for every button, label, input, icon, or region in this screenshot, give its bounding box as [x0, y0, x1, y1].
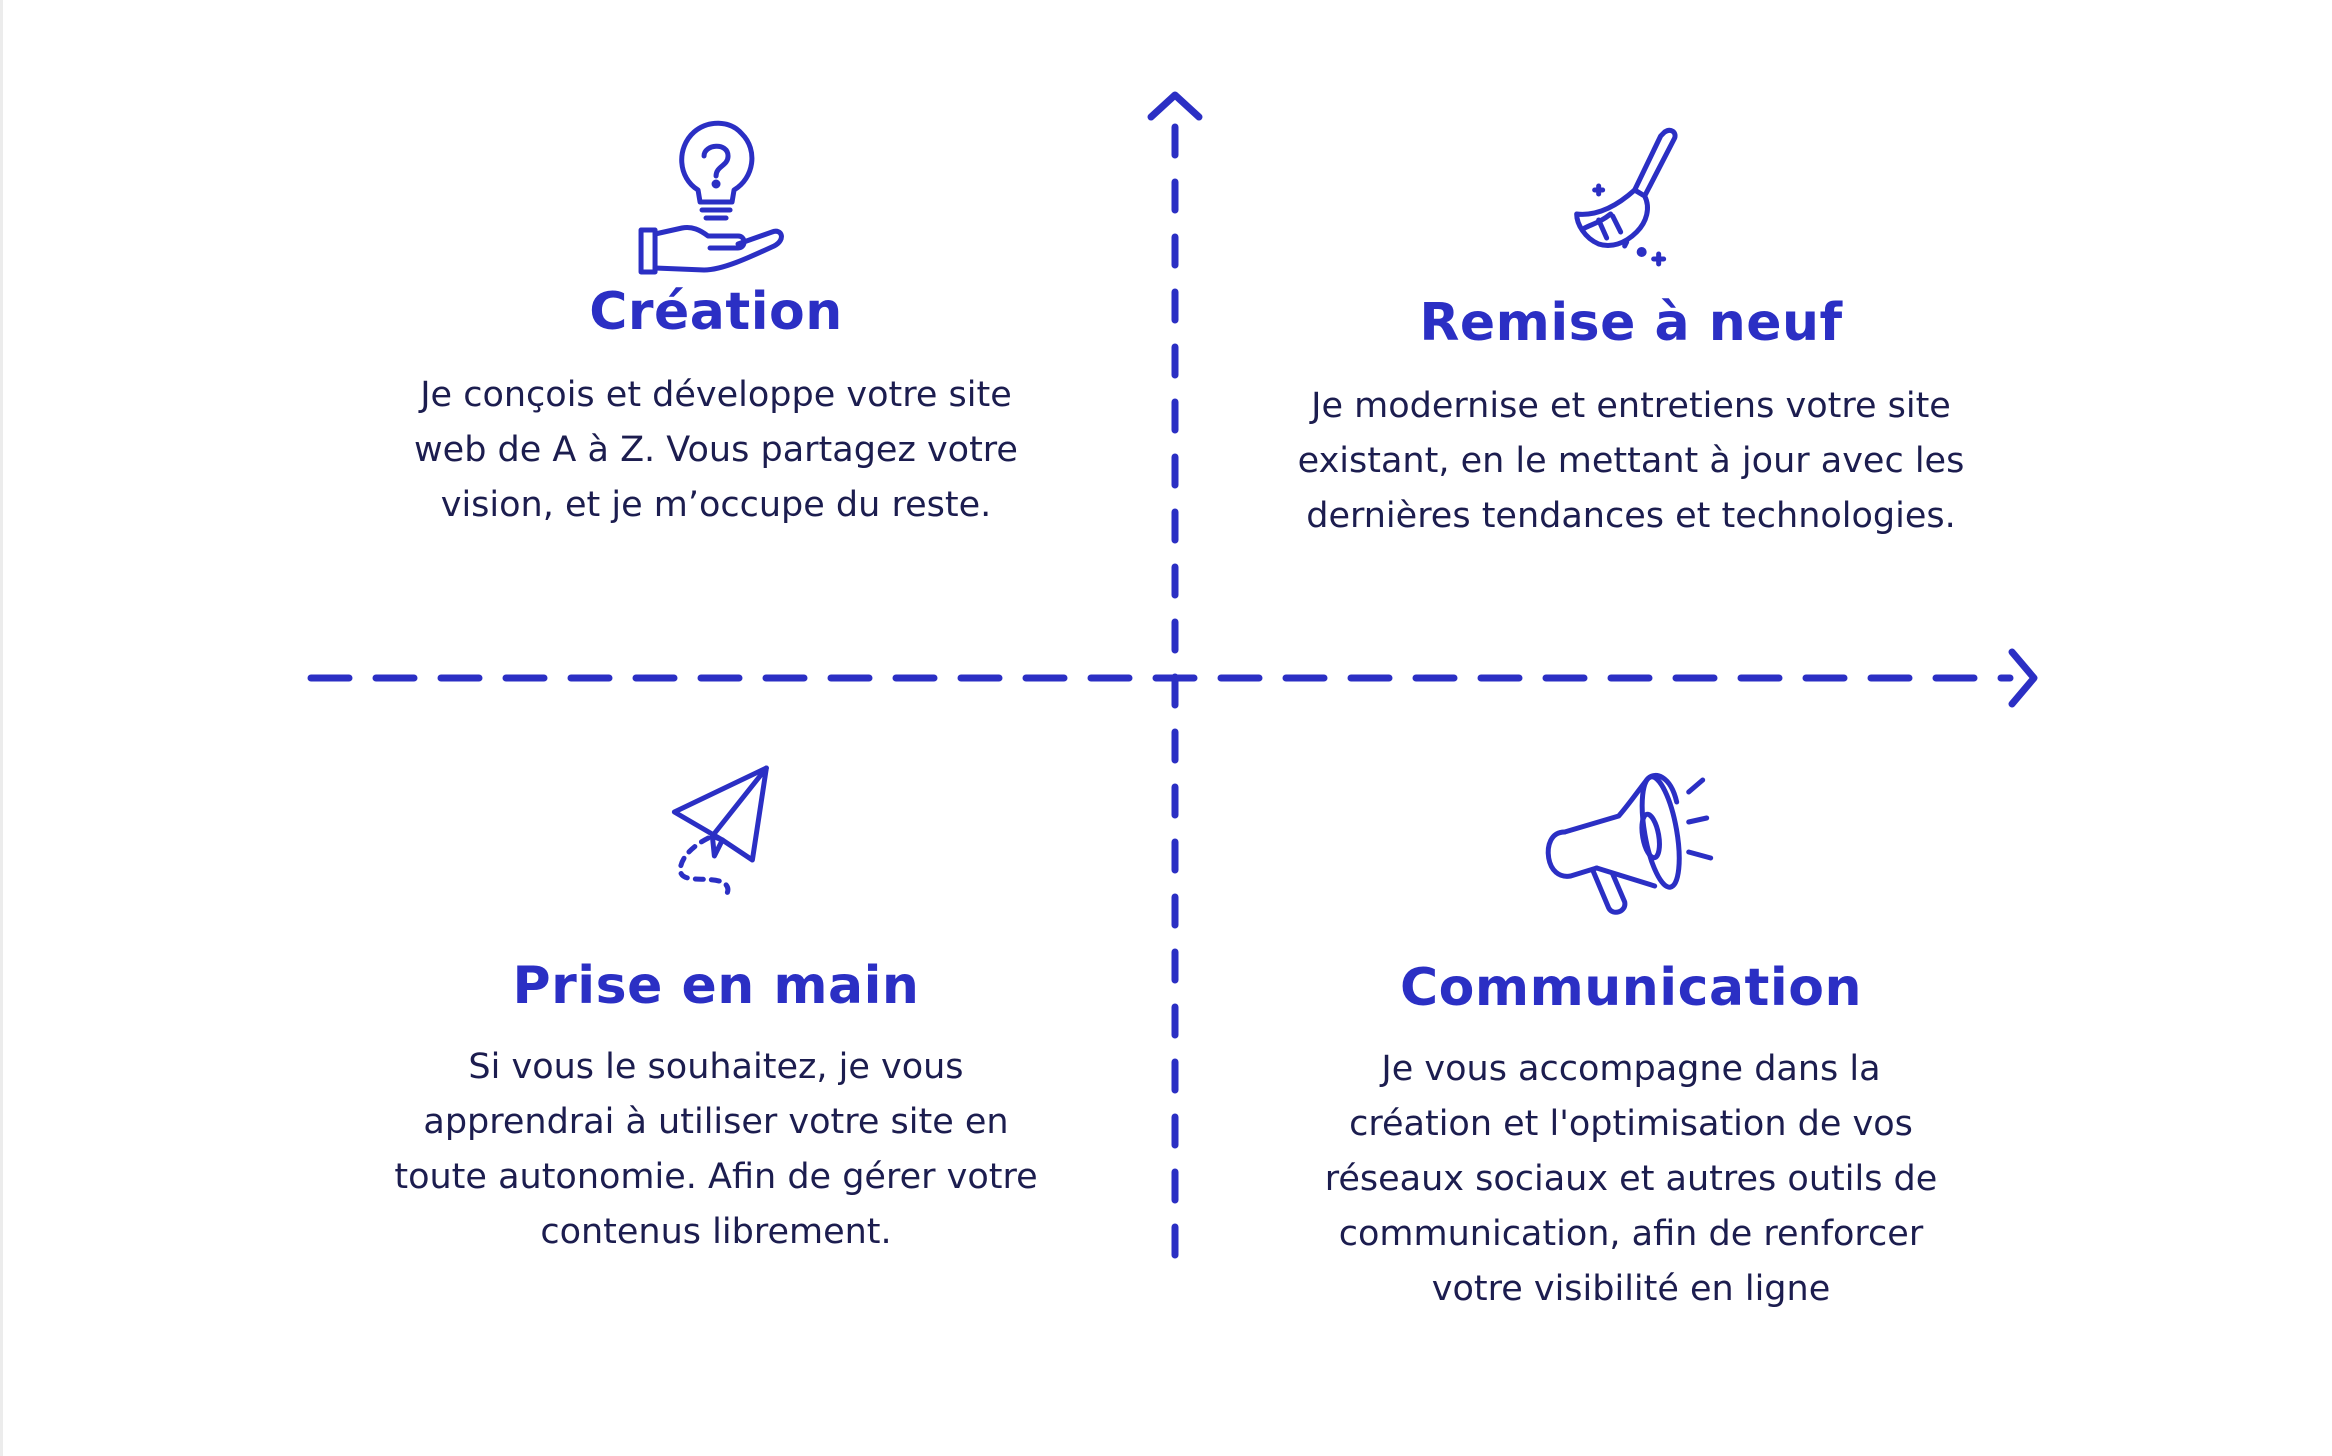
description-line: dernières tendances et technologies.: [1306, 496, 1956, 536]
description-line: vision, et je m’occupe du reste.: [440, 485, 992, 525]
quadrant-title: Communication: [1400, 958, 1862, 1018]
broom-icon: [1574, 127, 1678, 267]
quadrant-description: Je modernise et entretiens votre site ex…: [1298, 379, 1965, 544]
description-line: Je vous accompagne dans la: [1381, 1049, 1881, 1089]
description-line: Je conçois et développe votre site: [420, 375, 1012, 415]
description-line: communication, afin de renforcer: [1338, 1214, 1924, 1254]
description-line: existant, en le mettant à jour avec les: [1297, 441, 1965, 481]
description-line: votre visibilité en ligne: [1431, 1269, 1831, 1309]
quadrant-remise-a-neuf: Remise à neuf Je modernise et entretiens…: [1298, 124, 1965, 544]
megaphone-icon: [1546, 773, 1714, 915]
description-line: création et l'optimisation de vos: [1349, 1104, 1913, 1144]
description-line: Je modernise et entretiens votre site: [1311, 386, 1951, 426]
description-line: apprendrai à utiliser votre site en: [423, 1102, 1009, 1142]
quadrant-title: Remise à neuf: [1419, 293, 1843, 353]
quadrant-creation: Création Je conçois et développe votre s…: [414, 112, 1018, 533]
quadrant-description: Je conçois et développe votre site web d…: [414, 368, 1018, 533]
horizontal-axis-arrowhead: [2008, 648, 2038, 708]
description-line: contenus librement.: [540, 1212, 892, 1252]
description-line: web de A à Z. Vous partagez votre: [414, 430, 1018, 470]
quadrant-prise-en-main: Prise en main Si vous le souhaitez, je v…: [394, 760, 1038, 1260]
description-line: Si vous le souhaitez, je vous: [468, 1047, 964, 1087]
paper-plane-icon: [671, 765, 769, 899]
quadrant-description: Je vous accompagne dans la création et l…: [1325, 1042, 1938, 1317]
quadrant-communication: Communication Je vous accompagne dans la…: [1325, 762, 1938, 1317]
vertical-axis-arrowhead: [1147, 91, 1203, 121]
lightbulb-question-hand-icon: [638, 120, 784, 275]
description-line: réseaux sociaux et autres outils de: [1324, 1159, 1938, 1199]
quadrant-title: Prise en main: [512, 956, 920, 1016]
quadrant-description: Si vous le souhaitez, je vous apprendrai…: [394, 1040, 1037, 1260]
quadrant-axes: [307, 91, 2038, 1259]
quadrant-title: Création: [589, 282, 843, 342]
description-line: toute autonomie. Afin de gérer votre: [394, 1157, 1038, 1197]
